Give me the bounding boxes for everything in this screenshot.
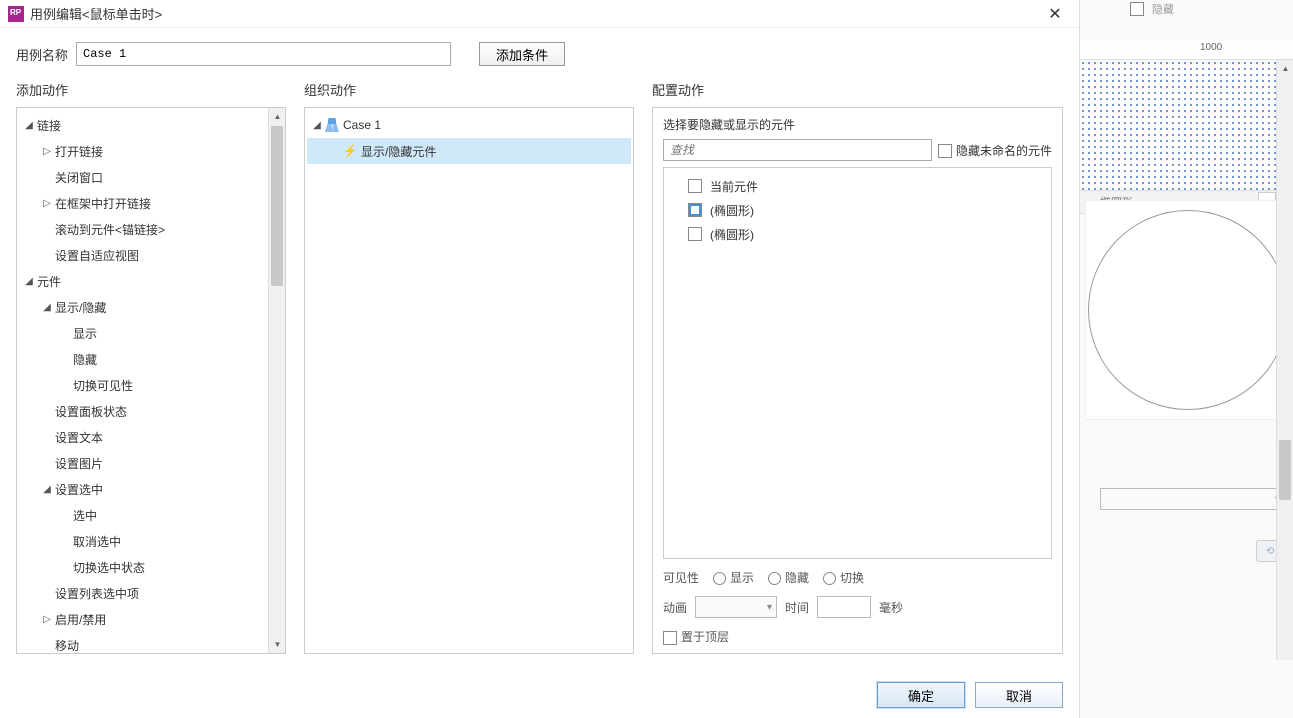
case-node[interactable]: ◢ Case 1 [307,112,631,138]
widget-item-ellipse-1[interactable]: (椭圆形) [670,198,1045,222]
bring-to-front-toggle[interactable]: 置于顶层 [663,628,729,645]
ellipse-icon [1088,210,1288,410]
tree-adaptive-view[interactable]: ▷设置自适应视图 [19,242,283,268]
case-icon [325,118,339,132]
tree-show-hide[interactable]: ◢显示/隐藏 [19,294,283,320]
vis-hide-radio[interactable]: 隐藏 [768,569,809,586]
search-input[interactable] [663,139,932,161]
tree-toggle-vis[interactable]: ▷切换可见性 [19,372,283,398]
bolt-icon: ⚡ [343,144,357,158]
case-editor-dialog: 用例编辑<鼠标单击时> ✕ 用例名称 添加条件 添加动作 ◢链接 ▷打开链接 ▷… [0,0,1080,718]
widget-item-ellipse-2[interactable]: (椭圆形) [670,222,1045,246]
action-library-tree: ◢链接 ▷打开链接 ▷关闭窗口 ▷在框架中打开链接 ▷滚动到元件<锚链接> ▷设… [17,108,285,653]
tree-set-text[interactable]: ▷设置文本 [19,424,283,450]
tree-hide[interactable]: ▷隐藏 [19,346,283,372]
shape-preview [1085,200,1290,420]
configure-heading: 配置动作 [652,76,1063,107]
case-name-input[interactable] [76,42,451,66]
organize-heading: 组织动作 [304,76,634,107]
tree-open-in-frame[interactable]: ▷在框架中打开链接 [19,190,283,216]
vis-toggle-radio[interactable]: 切换 [823,569,864,586]
hide-unnamed-toggle[interactable]: 隐藏未命名的元件 [938,142,1052,159]
anim-dropdown[interactable] [695,596,777,618]
scroll-down-icon[interactable]: ▼ [269,636,286,653]
bg-style-dropdown[interactable] [1100,488,1285,510]
scroll-thumb[interactable] [271,126,283,286]
bg-scrollbar[interactable]: ▲ [1276,60,1293,660]
anim-label: 动画 [663,599,687,616]
widget-list: 当前元件 (椭圆形) (椭圆形) [663,167,1052,559]
add-action-heading: 添加动作 [16,76,286,107]
case-tree: ◢ Case 1 ▷ ⚡ 显示/隐藏元件 [305,108,633,653]
tree-scroll-anchor[interactable]: ▷滚动到元件<锚链接> [19,216,283,242]
tree-open-link[interactable]: ▷打开链接 [19,138,283,164]
tree-enable-disable[interactable]: ▷启用/禁用 [19,606,283,632]
case-name-label: 用例名称 [16,45,68,64]
vis-show-radio[interactable]: 显示 [713,569,754,586]
tree-toggle-sel[interactable]: ▷切换选中状态 [19,554,283,580]
tree-set-image[interactable]: ▷设置图片 [19,450,283,476]
tree-select[interactable]: ▷选中 [19,502,283,528]
canvas-dotgrid [1080,60,1293,190]
app-icon [8,6,24,22]
time-label: 时间 [785,599,809,616]
tree-panel-state[interactable]: ▷设置面板状态 [19,398,283,424]
tree-set-selected[interactable]: ◢设置选中 [19,476,283,502]
cancel-button[interactable]: 取消 [975,682,1063,708]
tree-deselect[interactable]: ▷取消选中 [19,528,283,554]
scroll-up-icon[interactable]: ▲ [269,108,286,125]
widget-item-current[interactable]: 当前元件 [670,174,1045,198]
pick-widgets-label: 选择要隐藏或显示的元件 [663,116,1052,133]
action-node-show-hide[interactable]: ▷ ⚡ 显示/隐藏元件 [307,138,631,164]
titlebar: 用例编辑<鼠标单击时> ✕ [0,0,1079,28]
visibility-label: 可见性 [663,569,699,586]
tree-widgets[interactable]: ◢元件 [19,268,283,294]
scroll-up-icon[interactable]: ▲ [1277,60,1293,77]
scroll-thumb[interactable] [1279,440,1291,500]
tree-list-select[interactable]: ▷设置列表选中项 [19,580,283,606]
tree-close-window[interactable]: ▷关闭窗口 [19,164,283,190]
time-input[interactable] [817,596,871,618]
add-action-scrollbar[interactable]: ▲ ▼ [268,108,285,653]
tree-move[interactable]: ▷移动 [19,632,283,653]
bg-hidden-chip: 隐藏 [1130,0,1190,18]
add-condition-button[interactable]: 添加条件 [479,42,565,66]
tree-show[interactable]: ▷显示 [19,320,283,346]
close-button[interactable]: ✕ [1039,2,1071,26]
tree-links[interactable]: ◢链接 [19,112,283,138]
ms-label: 毫秒 [879,599,903,616]
dialog-title: 用例编辑<鼠标单击时> [30,4,1039,23]
ruler-horizontal: 1000 [1080,40,1293,60]
ok-button[interactable]: 确定 [877,682,965,708]
